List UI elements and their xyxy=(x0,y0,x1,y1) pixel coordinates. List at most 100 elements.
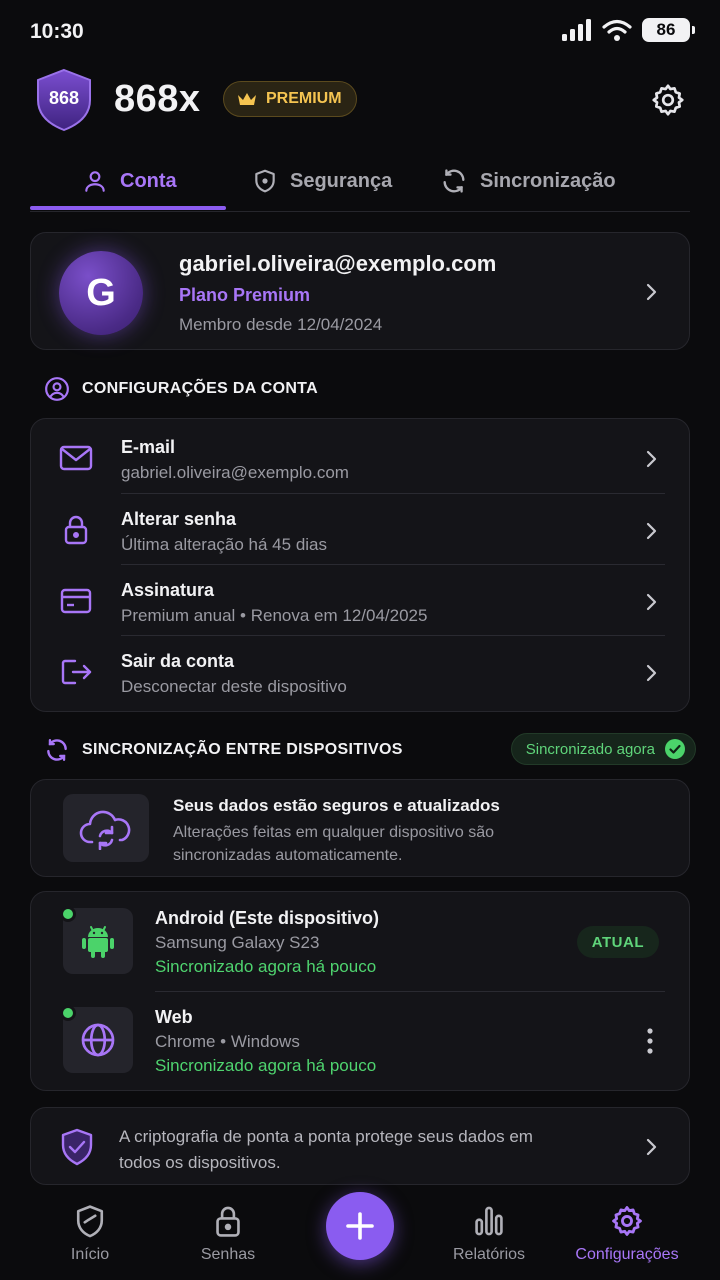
sync-info-card: Seus dados estão seguros e atualizados A… xyxy=(30,779,690,877)
status-time: 10:30 xyxy=(30,20,84,43)
chevron-right-icon xyxy=(646,1138,657,1156)
section-title-text: CONFIGURAÇÕES DA CONTA xyxy=(82,380,318,397)
devices-list: Android (Este dispositivo) Samsung Galax… xyxy=(30,891,690,1091)
section-title-text: SINCRONIZAÇÃO ENTRE DISPOSITIVOS xyxy=(82,741,403,758)
item-title: Alterar senha xyxy=(121,509,237,529)
tab-bar: Conta Segurança Sincronização xyxy=(30,152,690,212)
list-item-email[interactable]: E-mail gabriel.oliveira@exemplo.com xyxy=(31,421,689,492)
lock-icon xyxy=(216,1206,240,1237)
online-indicator xyxy=(60,1005,76,1021)
shield-icon xyxy=(76,1205,104,1238)
profile-email: gabriel.oliveira@exemplo.com xyxy=(179,251,497,276)
add-button[interactable] xyxy=(326,1192,394,1260)
sync-section-title: SINCRONIZAÇÃO ENTRE DISPOSITIVOS xyxy=(44,737,403,763)
app-logo: 868 xyxy=(34,68,94,132)
nav-label: Relatórios xyxy=(452,1246,526,1263)
device-name: Web xyxy=(155,1007,193,1027)
account-settings-list: E-mail gabriel.oliveira@exemplo.com Alte… xyxy=(30,418,690,712)
logo-text: 868 xyxy=(48,88,80,108)
tab-seguranca[interactable]: Segurança xyxy=(252,152,392,210)
bar-chart-icon xyxy=(475,1206,503,1236)
bottom-navigation: Início Senhas Relatórios Configurações xyxy=(0,1190,720,1280)
plus-icon xyxy=(346,1212,374,1240)
status-bar: 10:30 86 xyxy=(0,0,720,64)
tab-label: Conta xyxy=(120,169,177,192)
chevron-right-icon xyxy=(646,283,657,301)
status-icons: 86 xyxy=(562,18,695,42)
nav-senhas[interactable]: Senhas xyxy=(158,1204,298,1264)
user-circle-icon xyxy=(45,377,69,401)
profile-member-since: Membro desde 12/04/2024 xyxy=(179,315,383,334)
chevron-right-icon xyxy=(646,664,657,682)
online-indicator xyxy=(60,906,76,922)
list-item-change-password[interactable]: Alterar senha Última alteração há 45 dia… xyxy=(31,493,689,564)
device-sync-status: Sincronizado agora há pouco xyxy=(155,957,377,976)
nav-label: Senhas xyxy=(200,1246,256,1263)
crown-icon xyxy=(238,93,256,105)
sync-info-title: Seus dados estão seguros e atualizados xyxy=(173,796,500,815)
device-item-android[interactable]: Android (Este dispositivo) Samsung Galax… xyxy=(31,892,689,990)
chevron-right-icon xyxy=(646,450,657,468)
sync-badge-text: Sincronizado agora xyxy=(525,740,655,758)
nav-relatorios[interactable]: Relatórios xyxy=(419,1204,559,1264)
credit-card-icon xyxy=(60,588,92,614)
item-title: Sair da conta xyxy=(121,651,235,671)
globe-icon xyxy=(81,1023,115,1057)
cloud-sync-icon xyxy=(79,810,131,850)
encryption-note-card[interactable]: A criptografia de ponta a ponta protege … xyxy=(30,1107,690,1185)
app-header: 868 868x PREMIUM xyxy=(30,66,690,136)
avatar: G xyxy=(59,251,143,335)
account-section-title: CONFIGURAÇÕES DA CONTA xyxy=(44,376,318,402)
encryption-note-text: A criptografia de ponta a ponta protege … xyxy=(119,1127,533,1172)
tab-label: Segurança xyxy=(290,169,393,192)
item-subtitle: Última alteração há 45 dias xyxy=(121,535,328,554)
chevron-right-icon xyxy=(646,593,657,611)
sync-icon xyxy=(443,169,465,193)
battery-indicator: 86 xyxy=(642,18,695,42)
nav-configuracoes[interactable]: Configurações xyxy=(557,1204,697,1264)
logout-icon xyxy=(61,659,92,685)
premium-badge[interactable]: PREMIUM xyxy=(223,81,357,117)
wifi-icon xyxy=(602,19,632,41)
profile-card[interactable]: G gabriel.oliveira@exemplo.com Plano Pre… xyxy=(30,232,690,350)
cloud-sync-icon-box xyxy=(63,794,149,862)
check-circle-icon xyxy=(665,739,685,759)
sync-info-text: Alterações feitas em qualquer dispositiv… xyxy=(173,824,495,864)
premium-label: PREMIUM xyxy=(266,90,342,107)
gear-icon xyxy=(652,84,684,116)
item-subtitle: gabriel.oliveira@exemplo.com xyxy=(121,463,349,482)
item-subtitle: Premium anual • Renova em 12/04/2025 xyxy=(121,606,428,625)
nav-label: Configurações xyxy=(575,1246,679,1263)
brand-name: 868x xyxy=(114,78,201,120)
settings-gear-button[interactable] xyxy=(650,82,686,118)
item-title: Assinatura xyxy=(121,580,215,600)
user-icon xyxy=(85,171,105,192)
tab-label: Sincronização xyxy=(480,169,616,192)
device-model: Samsung Galaxy S23 xyxy=(155,933,320,952)
tab-conta[interactable]: Conta xyxy=(82,152,177,210)
shield-icon xyxy=(255,169,275,193)
item-title: E-mail xyxy=(121,437,176,457)
profile-plan: Plano Premium xyxy=(179,285,311,305)
list-item-logout[interactable]: Sair da conta Desconectar deste disposit… xyxy=(31,635,689,706)
shield-check-icon xyxy=(61,1128,93,1166)
list-item-subscription[interactable]: Assinatura Premium anual • Renova em 12/… xyxy=(31,564,689,635)
chevron-right-icon xyxy=(646,522,657,540)
nav-inicio[interactable]: Início xyxy=(20,1204,160,1264)
device-model: Chrome • Windows xyxy=(155,1032,300,1051)
signal-icon xyxy=(562,19,591,41)
lock-icon xyxy=(64,515,88,545)
item-subtitle: Desconectar deste dispositivo xyxy=(121,677,347,696)
more-options-icon[interactable] xyxy=(645,1027,655,1055)
device-item-web[interactable]: Web Chrome • Windows Sincronizado agora … xyxy=(31,991,689,1089)
android-icon xyxy=(82,926,114,958)
tab-sincronizacao[interactable]: Sincronização xyxy=(440,152,616,210)
device-name: Android (Este dispositivo) xyxy=(155,908,380,928)
sync-status-badge: Sincronizado agora xyxy=(510,733,696,765)
sync-icon xyxy=(47,739,67,761)
device-sync-status: Sincronizado agora há pouco xyxy=(155,1056,377,1075)
current-device-badge: ATUAL xyxy=(576,926,659,958)
gear-icon xyxy=(612,1206,642,1236)
mail-icon xyxy=(59,445,93,471)
active-tab-indicator xyxy=(30,206,226,210)
